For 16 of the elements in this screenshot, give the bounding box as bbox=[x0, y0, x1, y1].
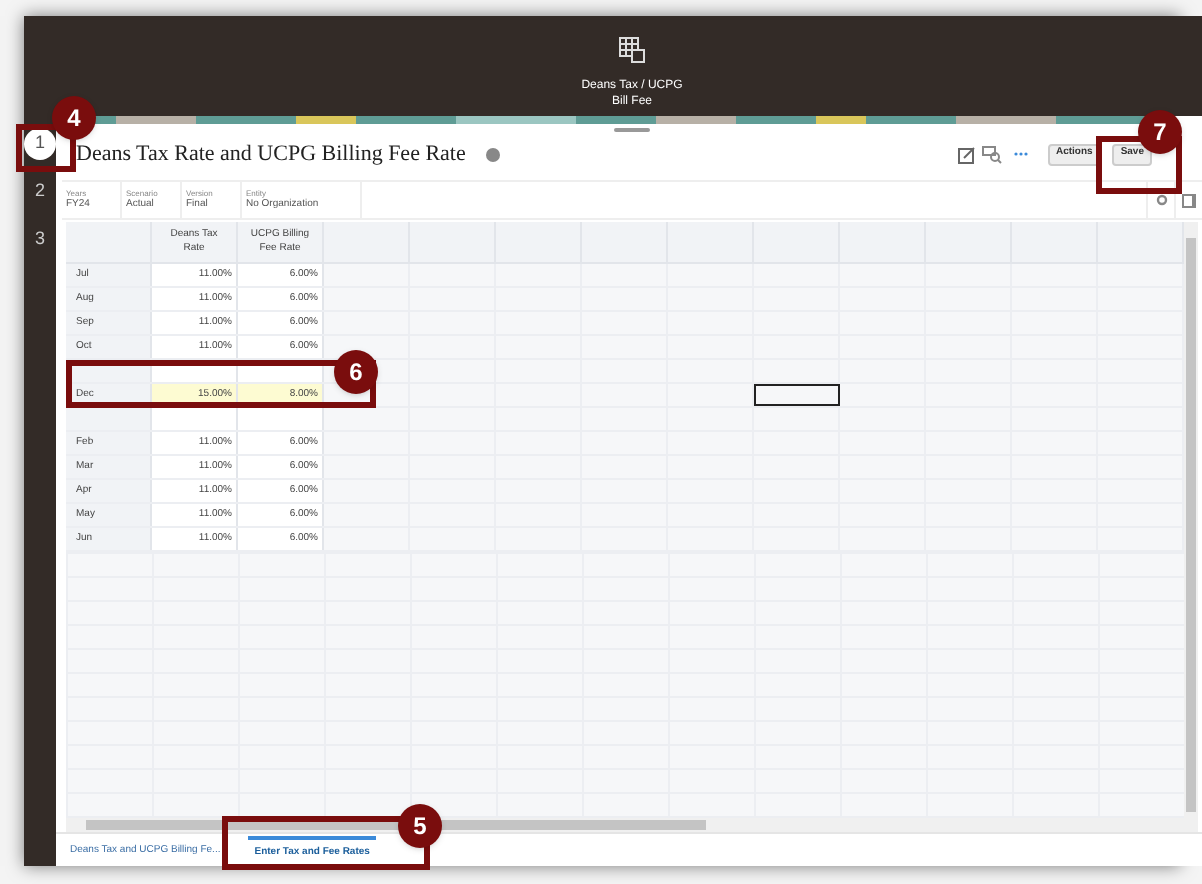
horizontal-scrollbar[interactable] bbox=[66, 818, 1184, 832]
step-number[interactable]: 3 bbox=[24, 224, 56, 256]
panel-icon[interactable] bbox=[1182, 193, 1196, 207]
vertical-scrollbar[interactable] bbox=[1184, 222, 1198, 832]
form-title: Deans Tax Rate and UCPG Billing Fee Rate bbox=[76, 139, 466, 170]
drag-handle[interactable] bbox=[614, 127, 650, 131]
edit-icon[interactable] bbox=[957, 145, 976, 163]
rate-cell[interactable] bbox=[152, 408, 238, 430]
settings-icon[interactable] bbox=[1155, 194, 1167, 206]
info-icon[interactable] bbox=[485, 147, 500, 161]
step-number[interactable]: 1 bbox=[24, 128, 56, 160]
grid-form-icon bbox=[618, 36, 646, 64]
selected-cell[interactable] bbox=[754, 384, 840, 406]
search-icon[interactable] bbox=[981, 145, 1002, 163]
step-number[interactable]: 2 bbox=[24, 176, 56, 208]
rate-cell[interactable] bbox=[238, 408, 324, 430]
